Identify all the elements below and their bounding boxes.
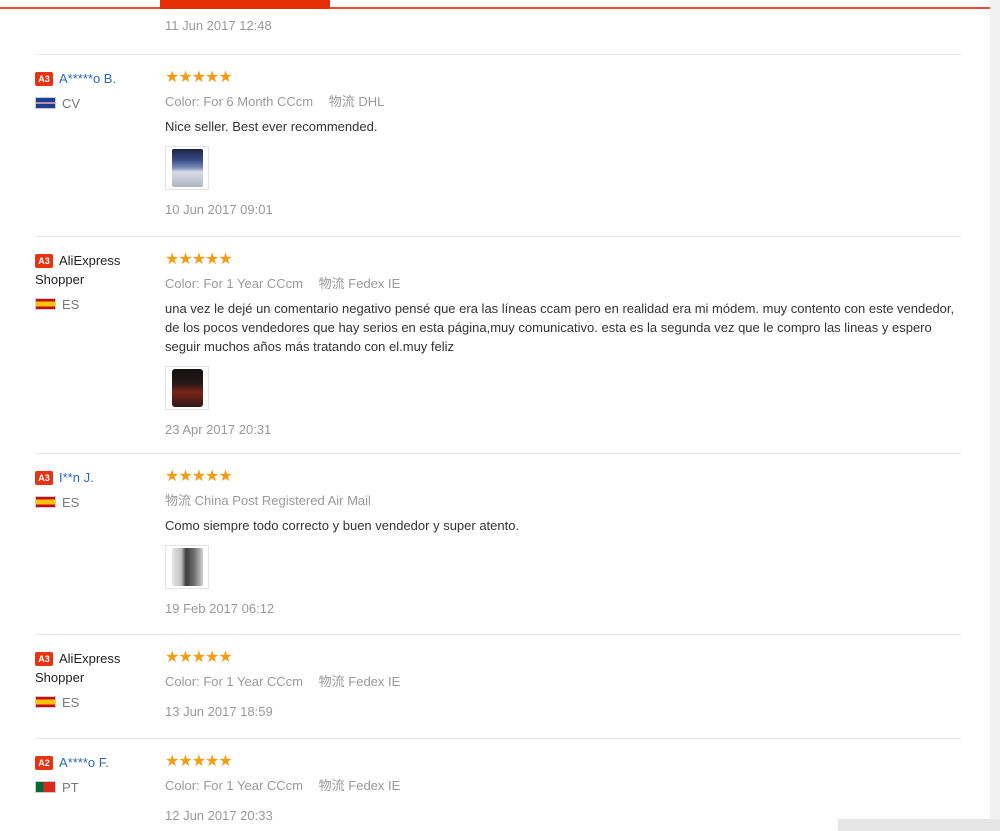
review-date: 10 Jun 2017 09:01 bbox=[165, 202, 273, 217]
color-value: For 1 Year CCcm bbox=[203, 276, 304, 291]
reviewer-info: A3 AliExpress Shopper ES bbox=[35, 649, 160, 711]
color-value: For 6 Month CCcm bbox=[203, 94, 314, 109]
order-info: Color: For 6 Month CCcm 物流 DHL bbox=[165, 94, 965, 110]
order-info: Color: For 1 Year CCcm 物流 Fedex IE bbox=[165, 674, 965, 690]
tab-bar bbox=[0, 0, 1000, 9]
review-photo-thumbnail[interactable] bbox=[165, 146, 209, 190]
star-rating: ★★★★★ bbox=[165, 649, 233, 666]
reviewer-country: PT bbox=[35, 780, 160, 796]
review-content: ★★★★★ Color: For 1 Year CCcm 物流 Fedex IE… bbox=[165, 753, 965, 824]
reviewer-info: A3 I**n J. ES bbox=[35, 468, 160, 511]
logistics-value: Fedex IE bbox=[348, 778, 401, 793]
color-label: Color: bbox=[165, 94, 200, 109]
buyer-level-badge: A3 bbox=[35, 254, 53, 268]
star-rating: ★★★★★ bbox=[165, 69, 233, 86]
review-item: A3 AliExpress Shopper ES ★★★★★ Color: For… bbox=[35, 634, 961, 738]
review-photo-thumbnail[interactable] bbox=[165, 545, 209, 589]
color-value: For 1 Year CCcm bbox=[203, 778, 304, 793]
buyer-level-badge: A3 bbox=[35, 471, 53, 485]
logistics-label: 物流 bbox=[318, 674, 345, 689]
reviewer-country: CV bbox=[35, 96, 160, 112]
review-date: 23 Apr 2017 20:31 bbox=[165, 422, 272, 437]
reviewer-info: A2 A****o F. PT bbox=[35, 753, 160, 796]
order-info: 物流 China Post Registered Air Mail bbox=[165, 493, 965, 509]
logistics-label: 物流 bbox=[328, 94, 355, 109]
review-content: ★★★★★ Color: For 1 Year CCcm 物流 Fedex IE… bbox=[165, 251, 965, 438]
star-rating: ★★★★★ bbox=[165, 753, 233, 770]
flag-icon bbox=[35, 781, 56, 793]
review-text: Nice seller. Best ever recommended. bbox=[165, 119, 378, 134]
color-label: Color: bbox=[165, 674, 200, 689]
logistics-label: 物流 bbox=[165, 493, 192, 508]
country-code: CV bbox=[62, 96, 81, 111]
order-info: Color: For 1 Year CCcm 物流 Fedex IE bbox=[165, 778, 965, 794]
active-tab[interactable] bbox=[160, 0, 330, 9]
review-item: A3 AliExpress Shopper ES ★★★★★ Color: For… bbox=[35, 236, 961, 453]
logistics-value: Fedex IE bbox=[348, 276, 401, 291]
tab-bar-underline bbox=[0, 7, 1000, 9]
review-photo-thumbnail[interactable] bbox=[165, 366, 209, 410]
reviewer-info: A3 A*****o B. CV bbox=[35, 69, 160, 112]
color-label: Color: bbox=[165, 778, 200, 793]
country-code: ES bbox=[62, 695, 80, 710]
review-item: A2 A****o F. PT ★★★★★ Color: For 1 Year C… bbox=[35, 738, 961, 831]
flag-icon bbox=[35, 696, 56, 708]
reviewer-name[interactable]: A****o F. bbox=[59, 755, 109, 770]
logistics-value: China Post Registered Air Mail bbox=[194, 493, 371, 508]
flag-icon bbox=[35, 496, 56, 508]
device-photo bbox=[172, 548, 203, 586]
buyer-level-badge: A3 bbox=[35, 72, 53, 86]
star-rating: ★★★★★ bbox=[165, 468, 233, 485]
review-item: A3 A*****o B. CV ★★★★★ Color: For 6 Month… bbox=[35, 54, 961, 236]
country-code: PT bbox=[62, 780, 79, 795]
reviewer-country: ES bbox=[35, 695, 160, 711]
phone-photo bbox=[172, 369, 203, 407]
country-code: ES bbox=[62, 495, 80, 510]
review-text: una vez le dejé un comentario negativo p… bbox=[165, 301, 955, 354]
reviewer-name[interactable]: I**n J. bbox=[59, 470, 94, 485]
review-content: ★★★★★ Color: For 6 Month CCcm 物流 DHL Nic… bbox=[165, 69, 965, 218]
review-content: ★★★★★ 物流 China Post Registered Air Mail … bbox=[165, 468, 965, 617]
review-text: Como siempre todo correcto y buen vended… bbox=[165, 518, 520, 533]
buyer-level-badge: A2 bbox=[35, 756, 53, 770]
logistics-label: 物流 bbox=[318, 778, 345, 793]
color-label: Color: bbox=[165, 276, 200, 291]
router-photo bbox=[172, 149, 203, 187]
reviewer-name[interactable]: A*****o B. bbox=[59, 71, 116, 86]
flag-icon bbox=[35, 298, 56, 310]
review-date: 19 Feb 2017 06:12 bbox=[165, 601, 275, 616]
scrollbar[interactable] bbox=[990, 0, 1000, 831]
country-code: ES bbox=[62, 297, 80, 312]
logistics-label: 物流 bbox=[318, 276, 345, 291]
color-value: For 1 Year CCcm bbox=[203, 674, 304, 689]
review-date: 13 Jun 2017 18:59 bbox=[165, 704, 273, 719]
review-item: A3 I**n J. ES ★★★★★ 物流 China Post Registe… bbox=[35, 453, 961, 634]
reviewer-country: ES bbox=[35, 495, 160, 511]
flag-icon bbox=[35, 97, 56, 109]
logistics-value: DHL bbox=[358, 94, 385, 109]
reviewer-info: A3 AliExpress Shopper ES bbox=[35, 251, 160, 313]
review-date: 11 Jun 2017 12:48 bbox=[165, 18, 272, 33]
order-info: Color: For 1 Year CCcm 物流 Fedex IE bbox=[165, 276, 965, 292]
star-rating: ★★★★★ bbox=[165, 251, 233, 268]
buyer-level-badge: A3 bbox=[35, 652, 53, 666]
review-content: ★★★★★ Color: For 1 Year CCcm 物流 Fedex IE… bbox=[165, 649, 965, 720]
logistics-value: Fedex IE bbox=[348, 674, 401, 689]
scrollbar-corner bbox=[838, 819, 1000, 831]
reviewer-country: ES bbox=[35, 297, 160, 313]
